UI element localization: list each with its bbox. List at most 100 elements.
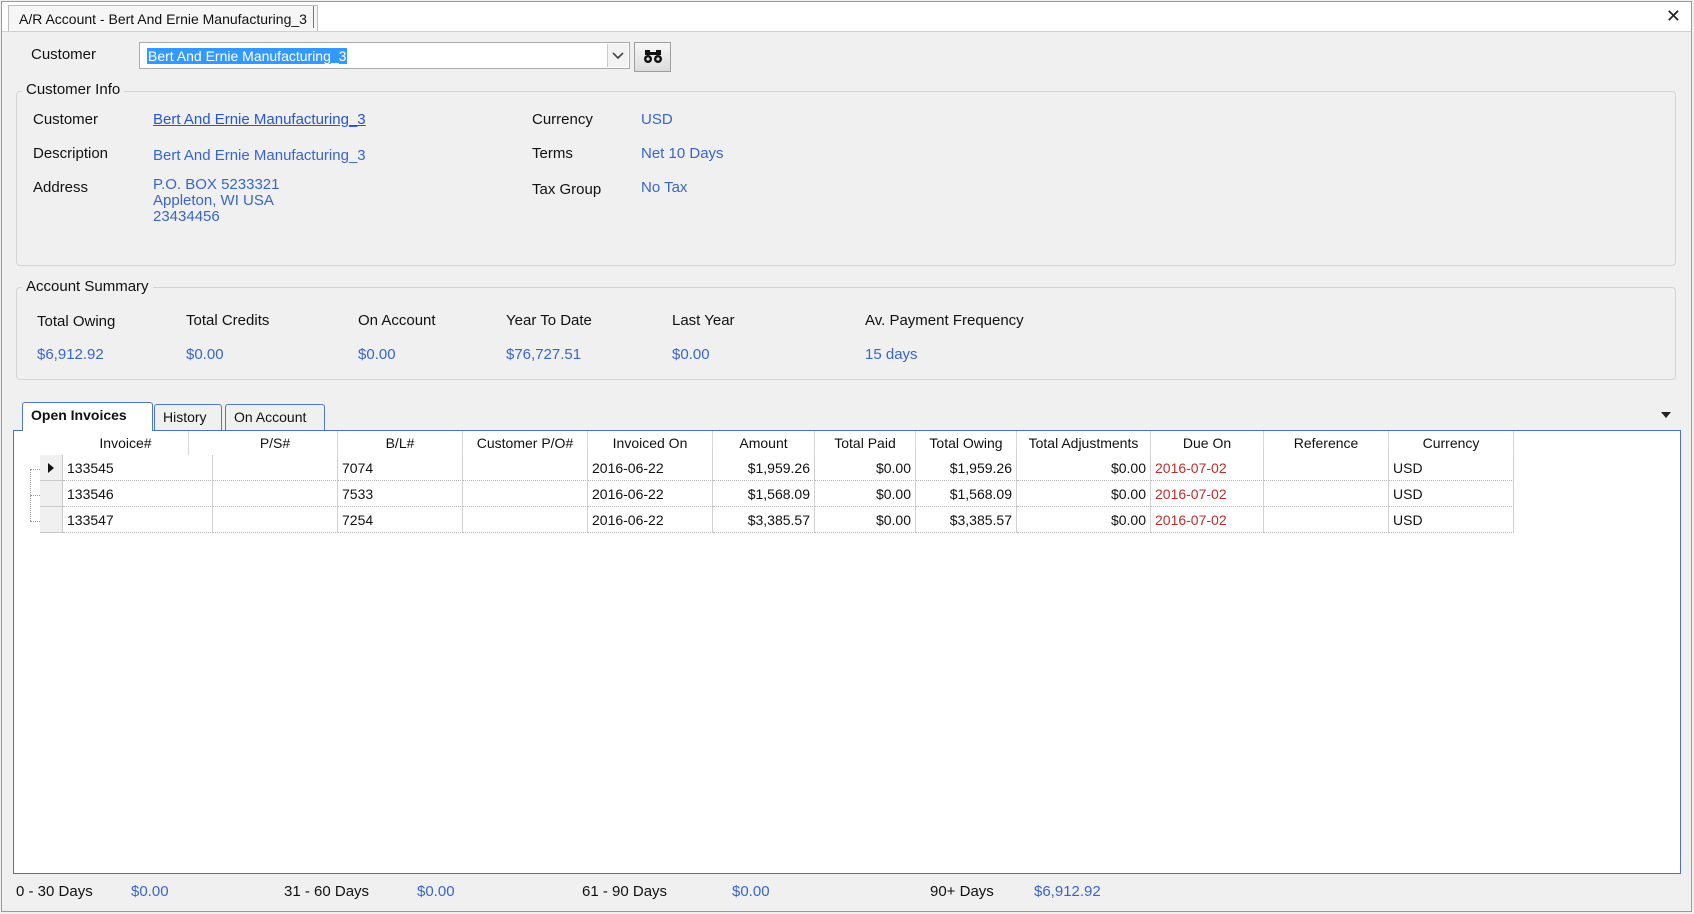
table-cell-amount[interactable]: $3,385.57 xyxy=(713,507,815,533)
table-cell-invoice[interactable]: 133545 xyxy=(63,455,213,481)
summary-last-year-label: Last Year xyxy=(672,312,735,329)
document-tab[interactable]: A/R Account - Bert And Ernie Manufacturi… xyxy=(8,5,318,31)
table-cell-due-on[interactable]: 2016-07-02 xyxy=(1151,507,1264,533)
account-summary-title: Account Summary xyxy=(22,278,153,295)
chevron-down-icon[interactable] xyxy=(607,44,628,67)
column-header-customer-po[interactable]: Customer P/O# xyxy=(463,431,588,455)
tree-connector xyxy=(30,521,40,522)
row-pointer-icon xyxy=(48,463,54,473)
summary-total-credits-value: $0.00 xyxy=(186,346,224,363)
table-cell-total-paid[interactable]: $0.00 xyxy=(815,481,916,507)
aging-0-30-value: $0.00 xyxy=(131,883,169,900)
customer-select-label: Customer xyxy=(31,46,97,63)
table-cell-total-adjustments[interactable]: $0.00 xyxy=(1017,481,1151,507)
tab-open-invoices-label: Open Invoices xyxy=(31,407,127,423)
table-cell-invoice[interactable]: 133546 xyxy=(63,481,213,507)
table-cell-ps[interactable] xyxy=(213,481,338,507)
document-tab-title: A/R Account - Bert And Ernie Manufacturi… xyxy=(19,11,307,27)
document-tab-bar: A/R Account - Bert And Ernie Manufacturi… xyxy=(2,2,1691,32)
table-cell-total-paid[interactable]: $0.00 xyxy=(815,455,916,481)
summary-ytd-label: Year To Date xyxy=(506,312,592,329)
table-cell-reference[interactable] xyxy=(1264,481,1389,507)
table-cell-customer-po[interactable] xyxy=(463,455,588,481)
table-cell-total-owing[interactable]: $1,959.26 xyxy=(916,455,1017,481)
info-currency-value: USD xyxy=(641,111,673,128)
info-currency-label: Currency xyxy=(532,111,593,128)
column-header-currency[interactable]: Currency xyxy=(1389,431,1514,455)
close-icon[interactable]: ✕ xyxy=(1666,6,1681,27)
table-cell-invoiced-on[interactable]: 2016-06-22 xyxy=(588,507,713,533)
column-header-ps[interactable]: P/S# xyxy=(213,431,338,455)
summary-last-year-value: $0.00 xyxy=(672,346,710,363)
table-cell-invoice[interactable]: 133547 xyxy=(63,507,213,533)
table-cell-due-on[interactable]: 2016-07-02 xyxy=(1151,455,1264,481)
table-cell-total-adjustments[interactable]: $0.00 xyxy=(1017,455,1151,481)
info-terms-label: Terms xyxy=(532,145,573,162)
table-cell-currency[interactable]: USD xyxy=(1389,455,1514,481)
tab-history-label: History xyxy=(163,409,207,425)
find-customer-button[interactable] xyxy=(634,42,671,72)
table-cell-total-owing[interactable]: $3,385.57 xyxy=(916,507,1017,533)
tab-open-invoices[interactable]: Open Invoices xyxy=(22,402,153,431)
row-selector[interactable] xyxy=(40,507,63,533)
tab-history[interactable]: History xyxy=(154,404,222,430)
info-customer-link[interactable]: Bert And Ernie Manufacturing_3 xyxy=(153,111,366,128)
column-header-bl[interactable]: B/L# xyxy=(338,431,463,455)
customer-combobox-value: Bert And Ernie Manufacturing_3 xyxy=(147,48,348,64)
tab-on-account-label: On Account xyxy=(234,409,307,425)
column-header-total-owing[interactable]: Total Owing xyxy=(916,431,1017,455)
table-cell-customer-po[interactable] xyxy=(463,507,588,533)
info-customer-label: Customer xyxy=(33,111,99,128)
row-selector[interactable] xyxy=(40,481,63,507)
table-cell-customer-po[interactable] xyxy=(463,481,588,507)
table-cell-currency[interactable]: USD xyxy=(1389,507,1514,533)
triangle-down-icon[interactable] xyxy=(1661,412,1671,418)
column-header-total-paid[interactable]: Total Paid xyxy=(815,431,916,455)
tree-connector xyxy=(30,495,40,496)
table-cell-reference[interactable] xyxy=(1264,455,1389,481)
table-cell-total-adjustments[interactable]: $0.00 xyxy=(1017,507,1151,533)
table-cell-reference[interactable] xyxy=(1264,507,1389,533)
aging-0-30-label: 0 - 30 Days xyxy=(16,883,93,900)
aging-31-60-label: 31 - 60 Days xyxy=(284,883,370,900)
column-header-amount[interactable]: Amount xyxy=(713,431,815,455)
table-cell-ps[interactable] xyxy=(213,455,338,481)
table-cell-total-owing[interactable]: $1,568.09 xyxy=(916,481,1017,507)
info-description-label: Description xyxy=(33,145,109,162)
table-cell-invoiced-on[interactable]: 2016-06-22 xyxy=(588,481,713,507)
customer-info-title: Customer Info xyxy=(22,81,125,98)
tab-separator xyxy=(313,6,314,28)
info-address-line1: P.O. BOX 5233321 xyxy=(153,176,280,193)
table-cell-ps[interactable] xyxy=(213,507,338,533)
table-cell-bl[interactable]: 7074 xyxy=(338,455,463,481)
table-cell-bl[interactable]: 7533 xyxy=(338,481,463,507)
column-header-reference[interactable]: Reference xyxy=(1264,431,1389,455)
binoculars-icon xyxy=(643,48,663,67)
table-cell-total-paid[interactable]: $0.00 xyxy=(815,507,916,533)
table-cell-amount[interactable]: $1,568.09 xyxy=(713,481,815,507)
ar-account-window: A/R Account - Bert And Ernie Manufacturi… xyxy=(1,1,1692,912)
customer-combobox[interactable]: Bert And Ernie Manufacturing_3 xyxy=(139,42,630,69)
summary-total-owing-label: Total Owing xyxy=(37,313,116,330)
open-invoices-grid: Invoice# P/S# B/L# Customer P/O# Invoice… xyxy=(13,430,1681,874)
column-header-total-adjustments[interactable]: Total Adjustments xyxy=(1017,431,1151,455)
tab-on-account[interactable]: On Account xyxy=(225,404,325,430)
aging-61-90-value: $0.00 xyxy=(732,883,770,900)
summary-ytd-value: $76,727.51 xyxy=(506,346,582,363)
row-selector[interactable] xyxy=(40,455,63,481)
tree-connector xyxy=(30,469,40,470)
column-header-invoiced-on[interactable]: Invoiced On xyxy=(588,431,713,455)
info-address-line3: 23434456 xyxy=(153,208,220,225)
table-cell-due-on[interactable]: 2016-07-02 xyxy=(1151,481,1264,507)
aging-90-plus-value: $6,912.92 xyxy=(1034,883,1101,900)
info-address-label: Address xyxy=(33,179,89,196)
table-cell-invoiced-on[interactable]: 2016-06-22 xyxy=(588,455,713,481)
table-cell-currency[interactable]: USD xyxy=(1389,481,1514,507)
info-address-line2: Appleton, WI USA xyxy=(153,192,274,209)
summary-on-account-value: $0.00 xyxy=(358,346,396,363)
column-header-due-on[interactable]: Due On xyxy=(1151,431,1264,455)
aging-90-plus-label: 90+ Days xyxy=(930,883,994,900)
table-cell-bl[interactable]: 7254 xyxy=(338,507,463,533)
column-header-invoice[interactable]: Invoice# xyxy=(63,431,189,455)
table-cell-amount[interactable]: $1,959.26 xyxy=(713,455,815,481)
